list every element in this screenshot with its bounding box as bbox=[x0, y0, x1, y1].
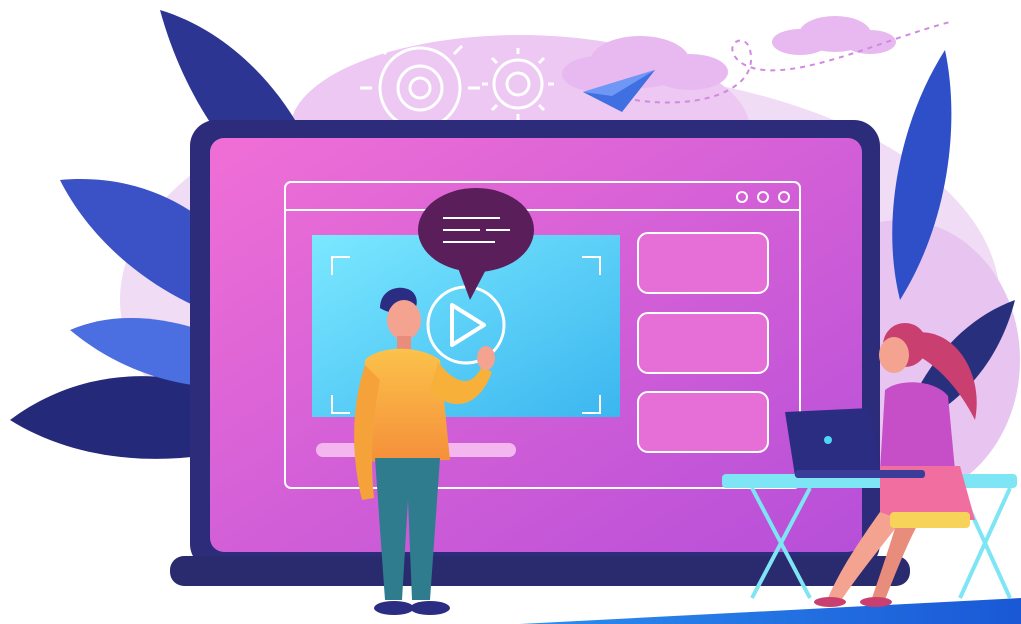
sidebar-card bbox=[637, 391, 769, 453]
woman-top bbox=[880, 382, 955, 470]
man-shoe bbox=[374, 601, 414, 615]
illustration-scene bbox=[10, 10, 1021, 624]
man-hand bbox=[477, 346, 495, 370]
sidebar-card bbox=[637, 312, 769, 374]
sidebar-card bbox=[637, 232, 769, 294]
man-head bbox=[387, 300, 421, 340]
monitor-base bbox=[170, 556, 910, 586]
woman-shoe bbox=[814, 597, 846, 607]
woman-head bbox=[879, 337, 909, 373]
monitor bbox=[170, 120, 910, 586]
man-neck bbox=[397, 336, 411, 350]
floor-strip bbox=[520, 598, 1021, 624]
cloud-icon bbox=[772, 16, 896, 55]
chair-seat bbox=[890, 512, 970, 528]
man-shoe bbox=[410, 601, 450, 615]
woman-shoe bbox=[860, 597, 892, 607]
